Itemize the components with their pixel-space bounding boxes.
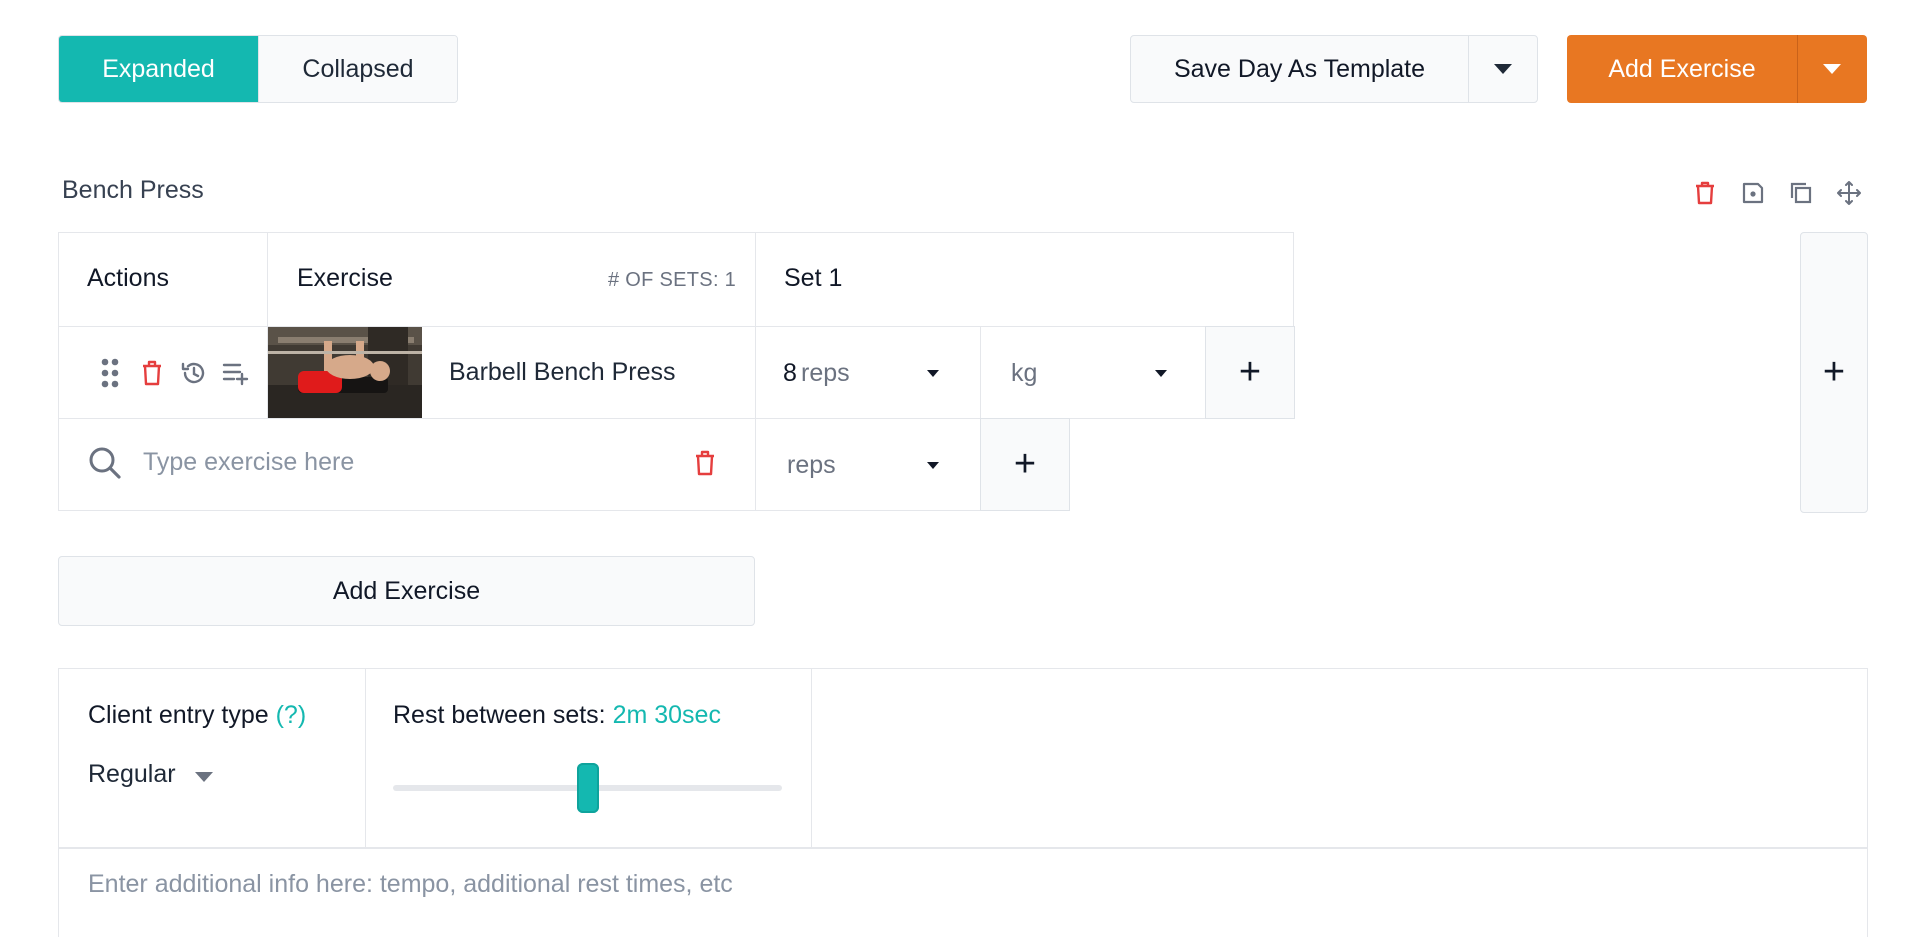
delete-new-row-icon[interactable] (694, 450, 716, 476)
search-icon (88, 446, 122, 480)
exercise-header: Exercise (297, 264, 393, 292)
delete-section-icon[interactable] (1692, 180, 1718, 206)
settings-panel (58, 668, 1868, 848)
view-toggle: Expanded Collapsed (58, 35, 458, 103)
chevron-down-icon (1494, 64, 1512, 74)
delete-row-icon[interactable] (138, 357, 166, 389)
set1-header: Set 1 (784, 264, 843, 292)
reps-unit: reps (801, 359, 850, 387)
exercise-thumbnail (268, 327, 422, 418)
chevron-down-icon (927, 462, 939, 469)
client-entry-label: Client entry type (?) (88, 701, 306, 730)
client-entry-label-text: Client entry type (88, 701, 269, 729)
add-to-list-icon[interactable] (222, 357, 250, 389)
rest-label: Rest between sets: 2m 30sec (393, 701, 721, 730)
panel-divider (365, 669, 366, 847)
section-actions (1692, 180, 1862, 206)
drag-handle-icon[interactable] (96, 357, 124, 389)
rest-value: 2m 30sec (612, 701, 721, 729)
client-entry-select[interactable]: Regular (88, 760, 228, 794)
exercise-name[interactable]: Barbell Bench Press (449, 358, 676, 387)
add-set-button-row1[interactable]: + (1205, 326, 1295, 419)
collapsed-toggle[interactable]: Collapsed (258, 36, 457, 102)
additional-info-input[interactable] (88, 870, 1788, 899)
chevron-down-icon (1155, 370, 1167, 377)
new-reps-unit: reps (787, 451, 836, 479)
add-set-button-row2[interactable]: + (980, 418, 1070, 511)
move-section-icon[interactable] (1836, 180, 1862, 206)
client-entry-help-link[interactable]: (?) (276, 701, 307, 729)
add-exercise-button[interactable]: Add Exercise (58, 556, 755, 626)
weight-unit: kg (1011, 359, 1038, 387)
add-exercise-dropdown-toggle[interactable] (1798, 35, 1866, 103)
client-entry-value: Regular (88, 760, 176, 788)
rest-slider-handle[interactable] (576, 763, 599, 813)
row-action-icons (96, 357, 250, 389)
reps-select[interactable]: 8 reps (783, 356, 943, 390)
history-icon[interactable] (180, 357, 208, 389)
chevron-down-icon (195, 772, 213, 782)
section-title: Bench Press (62, 176, 204, 204)
actions-header: Actions (87, 264, 169, 292)
num-sets-label: # OF SETS: 1 (608, 269, 737, 291)
reps-value: 8 (783, 359, 797, 387)
weight-select[interactable]: kg (1011, 356, 1171, 390)
save-section-icon[interactable] (1740, 180, 1766, 206)
add-exercise-split-button: Add Exercise (1567, 35, 1867, 103)
rest-label-text: Rest between sets: (393, 701, 606, 729)
chevron-down-icon (927, 370, 939, 377)
save-template-split-button: Save Day As Template (1130, 35, 1538, 103)
panel-divider (811, 669, 812, 847)
expanded-toggle[interactable]: Expanded (59, 36, 258, 102)
add-set-column-button[interactable]: + (1800, 232, 1868, 513)
chevron-down-icon (1823, 64, 1841, 74)
exercise-search-input[interactable] (143, 448, 663, 477)
new-reps-select[interactable]: reps (787, 448, 947, 482)
duplicate-section-icon[interactable] (1788, 180, 1814, 206)
add-exercise-top-button[interactable]: Add Exercise (1567, 35, 1798, 103)
save-template-dropdown-toggle[interactable] (1469, 36, 1537, 102)
save-day-template-button[interactable]: Save Day As Template (1131, 36, 1469, 102)
